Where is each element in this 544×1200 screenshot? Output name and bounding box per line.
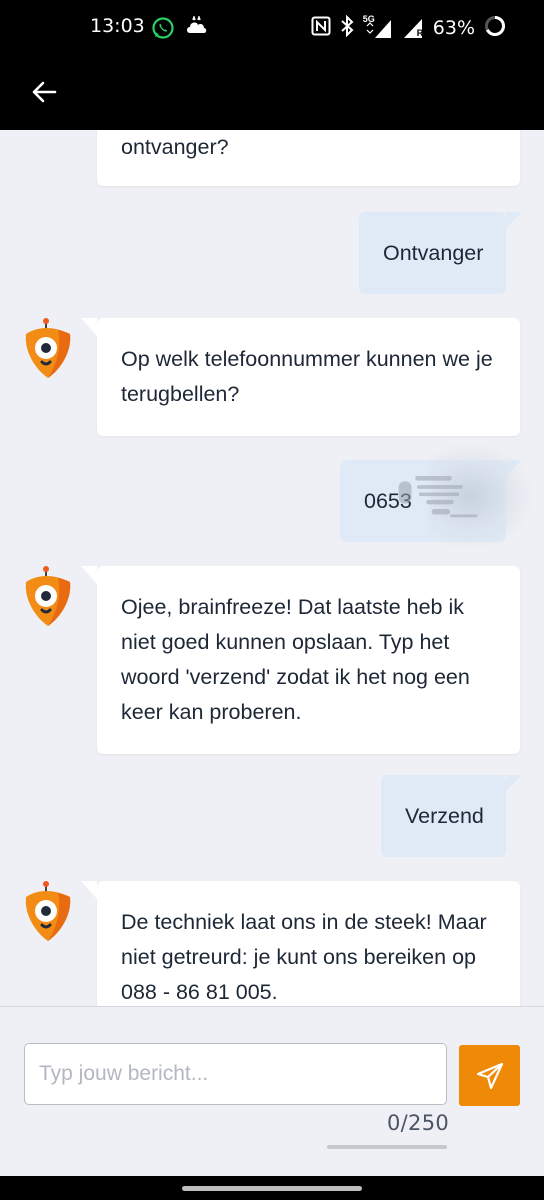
bot-message: Op welk telefoonnummer kunnen we je teru…	[81, 318, 520, 436]
roaming-label: R	[416, 28, 424, 38]
send-button[interactable]	[459, 1045, 520, 1106]
signal-roaming-icon: R	[402, 16, 424, 40]
user-message: Ontvanger	[359, 212, 522, 294]
bot-message: ontvanger?	[97, 130, 520, 186]
bot-message: De techniek laat ons in de steek! Maar n…	[81, 881, 520, 1006]
status-time: 13:03	[90, 15, 145, 37]
user-message: Verzend	[381, 775, 522, 857]
arrow-left-icon	[32, 81, 57, 103]
back-button[interactable]	[22, 70, 66, 114]
signal-5g-icon: 5G	[363, 14, 393, 40]
whatsapp-icon	[151, 16, 175, 40]
scroll-indicator	[327, 1145, 447, 1149]
message-input[interactable]	[24, 1043, 447, 1105]
battery-ring-icon	[484, 15, 506, 42]
home-gesture-handle[interactable]	[182, 1186, 362, 1191]
cloud-icon	[184, 14, 208, 38]
message-text: Ontvanger	[383, 241, 484, 265]
message-text: Op welk telefoonnummer kunnen we je teru…	[121, 347, 493, 406]
message-text: Ojee, brainfreeze! Dat laatste heb ik ni…	[121, 595, 470, 724]
message-text: De techniek laat ons in de steek! Maar n…	[121, 910, 487, 1004]
redaction-blur	[398, 476, 478, 518]
composer: 0/250	[0, 1006, 544, 1176]
bluetooth-icon	[340, 14, 354, 42]
chat-transcript[interactable]: ontvanger? Ontvanger Op welk telefoonnum…	[0, 130, 544, 1006]
message-text: ontvanger?	[121, 135, 229, 159]
character-counter: 0/250	[387, 1111, 450, 1135]
system-nav-bar	[0, 1176, 544, 1200]
bot-avatar-icon	[22, 566, 74, 628]
app-bar	[0, 56, 544, 130]
bot-avatar-icon	[22, 881, 74, 943]
message-text: Verzend	[405, 804, 484, 828]
bot-avatar-icon	[22, 318, 74, 380]
nfc-icon	[311, 16, 331, 41]
bot-message: Ojee, brainfreeze! Dat laatste heb ik ni…	[81, 566, 520, 754]
battery-percent: 63%	[432, 17, 475, 39]
status-bar: 13:03 5G R 63%	[0, 0, 544, 56]
send-icon	[476, 1062, 503, 1089]
